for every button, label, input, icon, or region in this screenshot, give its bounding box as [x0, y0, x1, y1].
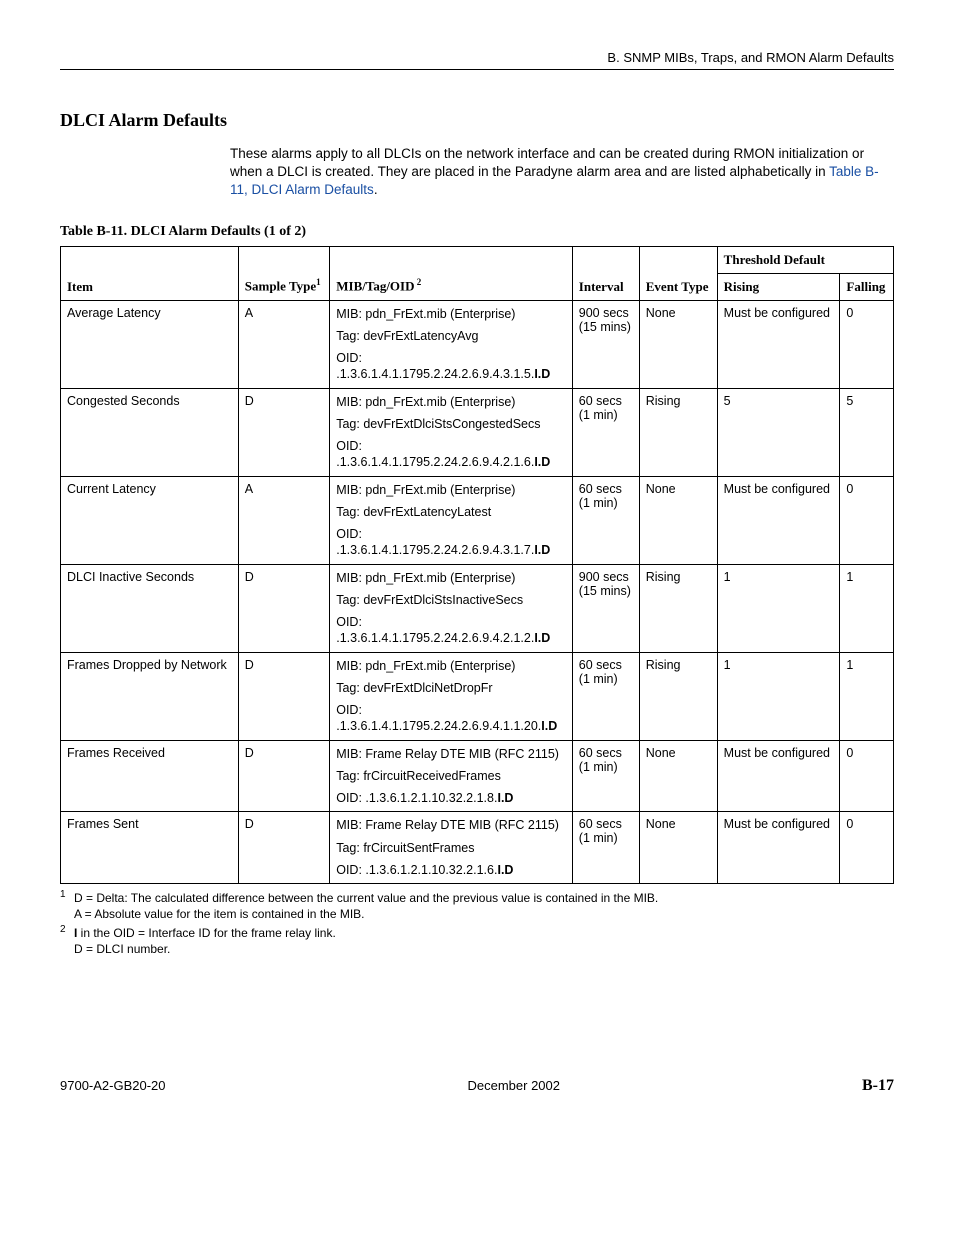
cell-event-type: Rising [639, 652, 717, 740]
cell-item: Frames Sent [61, 812, 239, 884]
cell-interval: 900 secs(15 mins) [572, 300, 639, 388]
cell-rising: Must be configured [717, 300, 840, 388]
table-row: DLCI Inactive SecondsDMIB: pdn_FrExt.mib… [61, 564, 894, 652]
col-rising: Rising [717, 273, 840, 300]
cell-falling: 5 [840, 388, 894, 476]
cell-falling: 1 [840, 652, 894, 740]
header-rule [60, 69, 894, 70]
footnote-1: 1 D = Delta: The calculated difference b… [60, 890, 894, 922]
cell-interval: 60 secs(1 min) [572, 476, 639, 564]
cell-sample-type: D [238, 564, 329, 652]
col-mib: MIB/Tag/OID 2 [330, 246, 573, 300]
cell-rising: 1 [717, 652, 840, 740]
cell-falling: 0 [840, 476, 894, 564]
cell-sample-type: D [238, 740, 329, 812]
cell-item: Average Latency [61, 300, 239, 388]
cell-rising: 1 [717, 564, 840, 652]
section-title: DLCI Alarm Defaults [60, 110, 894, 131]
cell-rising: Must be configured [717, 812, 840, 884]
intro-paragraph: These alarms apply to all DLCIs on the n… [230, 145, 894, 200]
cell-mib: MIB: pdn_FrExt.mib (Enterprise)Tag: devF… [330, 476, 573, 564]
cell-sample-type: A [238, 300, 329, 388]
table-row: Frames SentDMIB: Frame Relay DTE MIB (RF… [61, 812, 894, 884]
cell-rising: 5 [717, 388, 840, 476]
cell-event-type: None [639, 812, 717, 884]
cell-interval: 900 secs(15 mins) [572, 564, 639, 652]
table-row: Average LatencyAMIB: pdn_FrExt.mib (Ente… [61, 300, 894, 388]
cell-sample-type: D [238, 652, 329, 740]
cell-item: Frames Dropped by Network [61, 652, 239, 740]
table-row: Current LatencyAMIB: pdn_FrExt.mib (Ente… [61, 476, 894, 564]
cell-interval: 60 secs(1 min) [572, 812, 639, 884]
footer-page-number: B-17 [862, 1077, 894, 1095]
cell-item: DLCI Inactive Seconds [61, 564, 239, 652]
cell-item: Frames Received [61, 740, 239, 812]
col-item: Item [61, 246, 239, 300]
cell-falling: 1 [840, 564, 894, 652]
cell-falling: 0 [840, 300, 894, 388]
cell-rising: Must be configured [717, 476, 840, 564]
cell-sample-type: D [238, 812, 329, 884]
intro-text-before: These alarms apply to all DLCIs on the n… [230, 146, 864, 179]
col-threshold: Threshold Default [717, 246, 893, 273]
cell-mib: MIB: Frame Relay DTE MIB (RFC 2115)Tag: … [330, 812, 573, 884]
alarm-defaults-table: Item Sample Type1 MIB/Tag/OID 2 Interval… [60, 246, 894, 885]
cell-mib: MIB: pdn_FrExt.mib (Enterprise)Tag: devF… [330, 300, 573, 388]
table-row: Frames Dropped by NetworkDMIB: pdn_FrExt… [61, 652, 894, 740]
footnotes: 1 D = Delta: The calculated difference b… [60, 890, 894, 957]
intro-text-after: . [374, 182, 378, 197]
footnote-2: 2 I in the OID = Interface ID for the fr… [60, 925, 894, 957]
table-row: Congested SecondsDMIB: pdn_FrExt.mib (En… [61, 388, 894, 476]
col-sample-type: Sample Type1 [238, 246, 329, 300]
cell-falling: 0 [840, 812, 894, 884]
footer-left: 9700-A2-GB20-20 [60, 1078, 166, 1093]
cell-item: Congested Seconds [61, 388, 239, 476]
cell-interval: 60 secs(1 min) [572, 388, 639, 476]
table-row: Frames ReceivedDMIB: Frame Relay DTE MIB… [61, 740, 894, 812]
cell-mib: MIB: pdn_FrExt.mib (Enterprise)Tag: devF… [330, 564, 573, 652]
table-caption: Table B-11. DLCI Alarm Defaults (1 of 2) [60, 224, 894, 240]
cell-event-type: Rising [639, 388, 717, 476]
cell-item: Current Latency [61, 476, 239, 564]
page-footer: 9700-A2-GB20-20 December 2002 B-17 [60, 1077, 894, 1095]
cell-falling: 0 [840, 740, 894, 812]
cell-event-type: None [639, 300, 717, 388]
col-interval: Interval [572, 246, 639, 300]
cell-interval: 60 secs(1 min) [572, 652, 639, 740]
running-header: B. SNMP MIBs, Traps, and RMON Alarm Defa… [60, 50, 894, 65]
cell-mib: MIB: pdn_FrExt.mib (Enterprise)Tag: devF… [330, 388, 573, 476]
cell-rising: Must be configured [717, 740, 840, 812]
cell-mib: MIB: pdn_FrExt.mib (Enterprise)Tag: devF… [330, 652, 573, 740]
cell-interval: 60 secs(1 min) [572, 740, 639, 812]
cell-event-type: Rising [639, 564, 717, 652]
cell-event-type: None [639, 740, 717, 812]
cell-sample-type: A [238, 476, 329, 564]
col-event-type: Event Type [639, 246, 717, 300]
col-falling: Falling [840, 273, 894, 300]
cell-mib: MIB: Frame Relay DTE MIB (RFC 2115)Tag: … [330, 740, 573, 812]
cell-sample-type: D [238, 388, 329, 476]
footer-center: December 2002 [468, 1078, 561, 1093]
cell-event-type: None [639, 476, 717, 564]
